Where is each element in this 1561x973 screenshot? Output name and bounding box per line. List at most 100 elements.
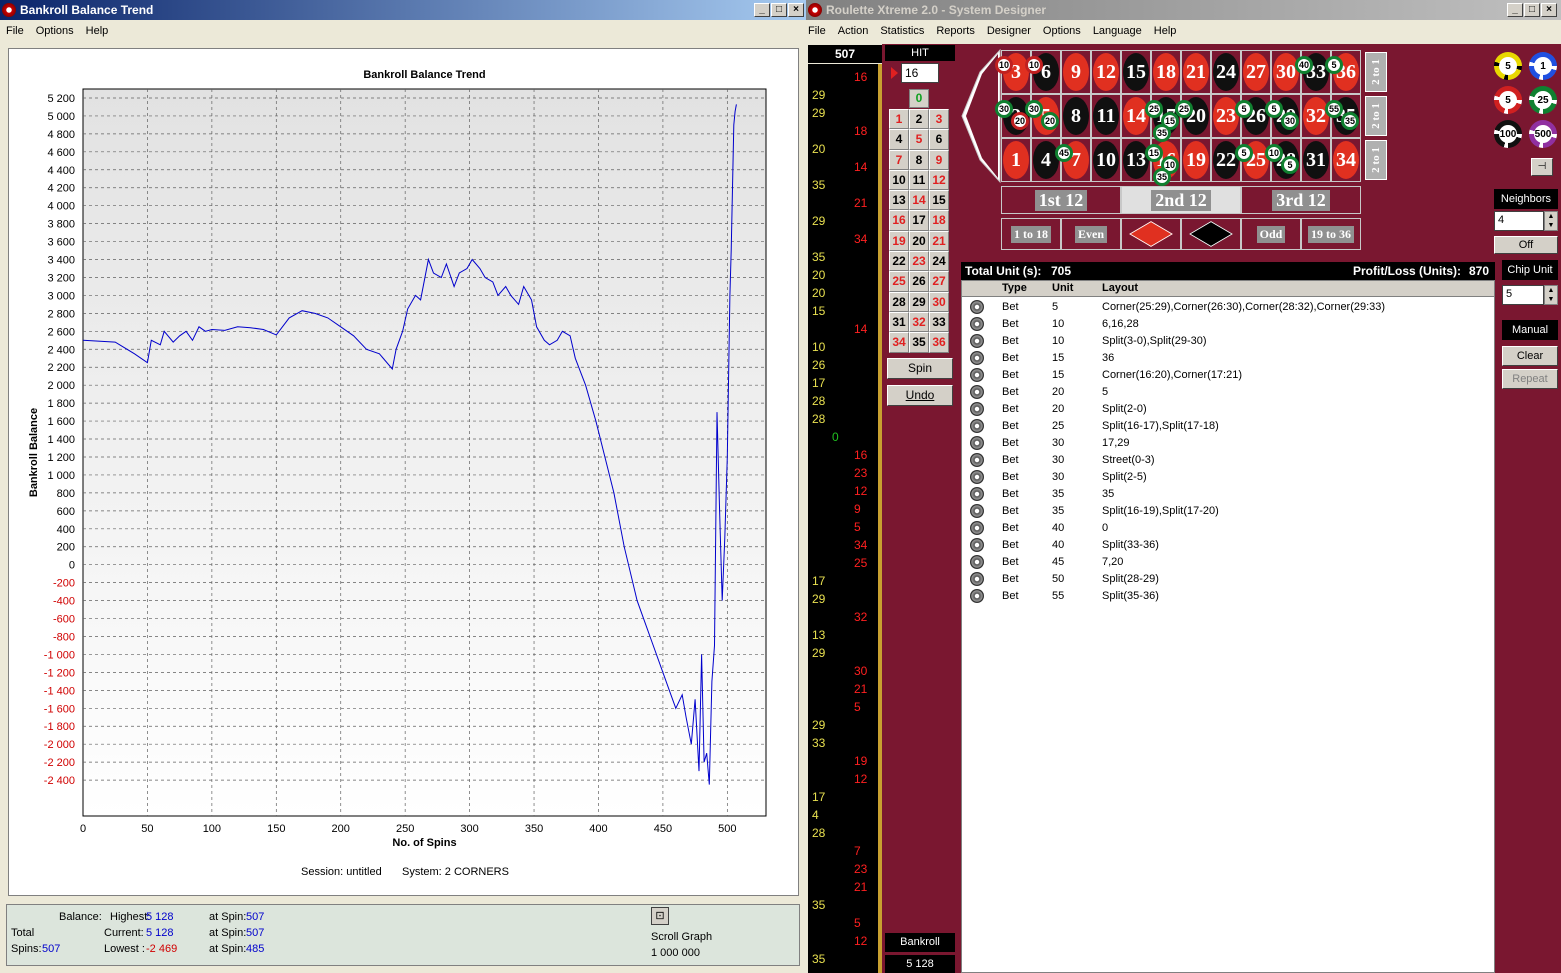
placed-chip[interactable]: 45 (1055, 144, 1073, 162)
number-cell-30[interactable]: 30 (929, 291, 949, 312)
dozen-bet-1[interactable]: 1st 12 (1001, 186, 1121, 214)
number-cell-5[interactable]: 5 (909, 129, 929, 150)
spin-button[interactable]: Spin (887, 358, 953, 379)
placed-chip[interactable]: 10 (1025, 56, 1043, 74)
number-cell-12[interactable]: 12 (929, 169, 949, 191)
number-cell-10[interactable]: 10 (889, 169, 909, 191)
layout-number-19[interactable]: 19 (1181, 138, 1211, 182)
placed-chip[interactable]: 35 (1341, 112, 1359, 130)
number-cell-8[interactable]: 8 (909, 149, 929, 170)
red-bet[interactable] (1121, 218, 1181, 250)
menu-action[interactable]: Action (832, 25, 875, 37)
number-cell-2[interactable]: 2 (909, 109, 929, 130)
placed-chip[interactable]: 15 (1145, 144, 1163, 162)
layout-number-1[interactable]: 1 (1001, 138, 1031, 182)
placed-chip[interactable]: 35 (1153, 168, 1171, 186)
layout-number-13[interactable]: 13 (1121, 138, 1151, 182)
dozen-bet-3[interactable]: 3rd 12 (1241, 186, 1361, 214)
bet-row[interactable]: Bet 50 Split(28-29) (962, 571, 1494, 588)
bet-row[interactable]: Bet 10 6,16,28 (962, 316, 1494, 333)
number-cell-3[interactable]: 3 (929, 109, 949, 130)
odd-bet[interactable]: Odd (1241, 218, 1301, 250)
menu-designer[interactable]: Designer (981, 25, 1037, 37)
layout-number-11[interactable]: 11 (1091, 94, 1121, 138)
layout-number-34[interactable]: 34 (1331, 138, 1361, 182)
maximize-button[interactable]: □ (1524, 3, 1540, 17)
number-cell-33[interactable]: 33 (929, 311, 949, 333)
menu-language[interactable]: Language (1087, 25, 1148, 37)
placed-chip[interactable]: 5 (1281, 156, 1299, 174)
close-button[interactable]: × (788, 3, 804, 17)
number-cell-15[interactable]: 15 (929, 190, 949, 211)
number-cell-11[interactable]: 11 (909, 169, 929, 191)
bet-row[interactable]: Bet 20 5 (962, 384, 1494, 401)
low-bet[interactable]: 1 to 18 (1001, 218, 1061, 250)
layout-number-4[interactable]: 4 (1031, 138, 1061, 182)
layout-number-9[interactable]: 9 (1061, 50, 1091, 94)
number-cell-19[interactable]: 19 (889, 230, 909, 252)
number-cell-36[interactable]: 36 (929, 332, 949, 353)
column-bet-2[interactable]: 2 to 1 (1365, 96, 1387, 136)
off-button[interactable]: Off (1494, 236, 1558, 254)
minimize-button[interactable]: _ (754, 3, 770, 17)
placed-chip[interactable]: 30 (1281, 112, 1299, 130)
number-cell-34[interactable]: 34 (889, 332, 909, 353)
bet-row[interactable]: Bet 25 Split(16-17),Split(17-18) (962, 418, 1494, 435)
layout-number-12[interactable]: 12 (1091, 50, 1121, 94)
column-bet-3[interactable]: 2 to 1 (1365, 140, 1387, 180)
chip-25[interactable]: 25 (1529, 86, 1557, 114)
placed-chip[interactable]: 5 (1235, 144, 1253, 162)
number-cell-14[interactable]: 14 (909, 190, 929, 211)
number-cell-22[interactable]: 22 (889, 251, 909, 272)
layout-number-32[interactable]: 32 (1301, 94, 1331, 138)
number-cell-20[interactable]: 20 (909, 230, 929, 252)
placed-chip[interactable]: 30 (1025, 100, 1043, 118)
placed-chip[interactable]: 55 (1325, 100, 1343, 118)
placed-chip[interactable]: 10 (995, 56, 1013, 74)
repeat-button[interactable]: Repeat (1502, 369, 1558, 389)
chip-100[interactable]: 100 (1494, 120, 1522, 148)
layout-number-22[interactable]: 22 (1211, 138, 1241, 182)
col-unit[interactable]: Unit (1052, 282, 1073, 294)
placed-chip[interactable]: 30 (995, 100, 1013, 118)
bet-row[interactable]: Bet 30 Split(2-5) (962, 469, 1494, 486)
neighbors-stepper[interactable]: ▲ ▼ (1544, 211, 1558, 231)
number-cell-17[interactable]: 17 (909, 210, 929, 231)
scroll-graph-icon[interactable]: ⊡ (651, 907, 669, 925)
placed-chip[interactable]: 20 (1041, 112, 1059, 130)
number-cell-4[interactable]: 4 (889, 129, 909, 150)
bet-row[interactable]: Bet 55 Split(35-36) (962, 588, 1494, 605)
menu-statistics[interactable]: Statistics (874, 25, 930, 37)
bet-row[interactable]: Bet 30 17,29 (962, 435, 1494, 452)
number-cell-29[interactable]: 29 (909, 291, 929, 312)
number-cell-35[interactable]: 35 (909, 332, 929, 353)
number-cell-18[interactable]: 18 (929, 210, 949, 231)
bet-row[interactable]: Bet 15 Corner(16:20),Corner(17:21) (962, 367, 1494, 384)
layout-number-23[interactable]: 23 (1211, 94, 1241, 138)
number-cell-28[interactable]: 28 (889, 291, 909, 312)
number-cell-21[interactable]: 21 (929, 230, 949, 252)
layout-number-8[interactable]: 8 (1061, 94, 1091, 138)
placed-chip[interactable]: 5 (1265, 100, 1283, 118)
bet-row[interactable]: Bet 5 Corner(25:29),Corner(26:30),Corner(2… (962, 299, 1494, 316)
zero-cell[interactable]: 0 (909, 89, 929, 108)
menu-file[interactable]: File (802, 25, 832, 37)
bet-row[interactable]: Bet 10 Split(3-0),Split(29-30) (962, 333, 1494, 350)
clear-button[interactable]: Clear (1502, 346, 1558, 366)
number-cell-25[interactable]: 25 (889, 271, 909, 292)
bet-row[interactable]: Bet 35 Split(16-19),Split(17-20) (962, 503, 1494, 520)
dozen-bet-2[interactable]: 2nd 12 (1121, 186, 1241, 214)
chip-500[interactable]: 500 (1529, 120, 1557, 148)
number-cell-32[interactable]: 32 (909, 311, 929, 333)
placed-chip[interactable]: 10 (1265, 144, 1283, 162)
number-cell-16[interactable]: 16 (889, 210, 909, 231)
layout-number-31[interactable]: 31 (1301, 138, 1331, 182)
chip-1[interactable]: 1 (1529, 52, 1557, 80)
layout-number-24[interactable]: 24 (1211, 50, 1241, 94)
designer-titlebar[interactable]: Roulette Xtreme 2.0 - System Designer _ … (806, 0, 1561, 20)
undo-button[interactable]: Undo (887, 385, 953, 406)
high-bet[interactable]: 19 to 36 (1301, 218, 1361, 250)
menu-reports[interactable]: Reports (930, 25, 981, 37)
number-cell-27[interactable]: 27 (929, 271, 949, 292)
number-cell-23[interactable]: 23 (909, 251, 929, 272)
